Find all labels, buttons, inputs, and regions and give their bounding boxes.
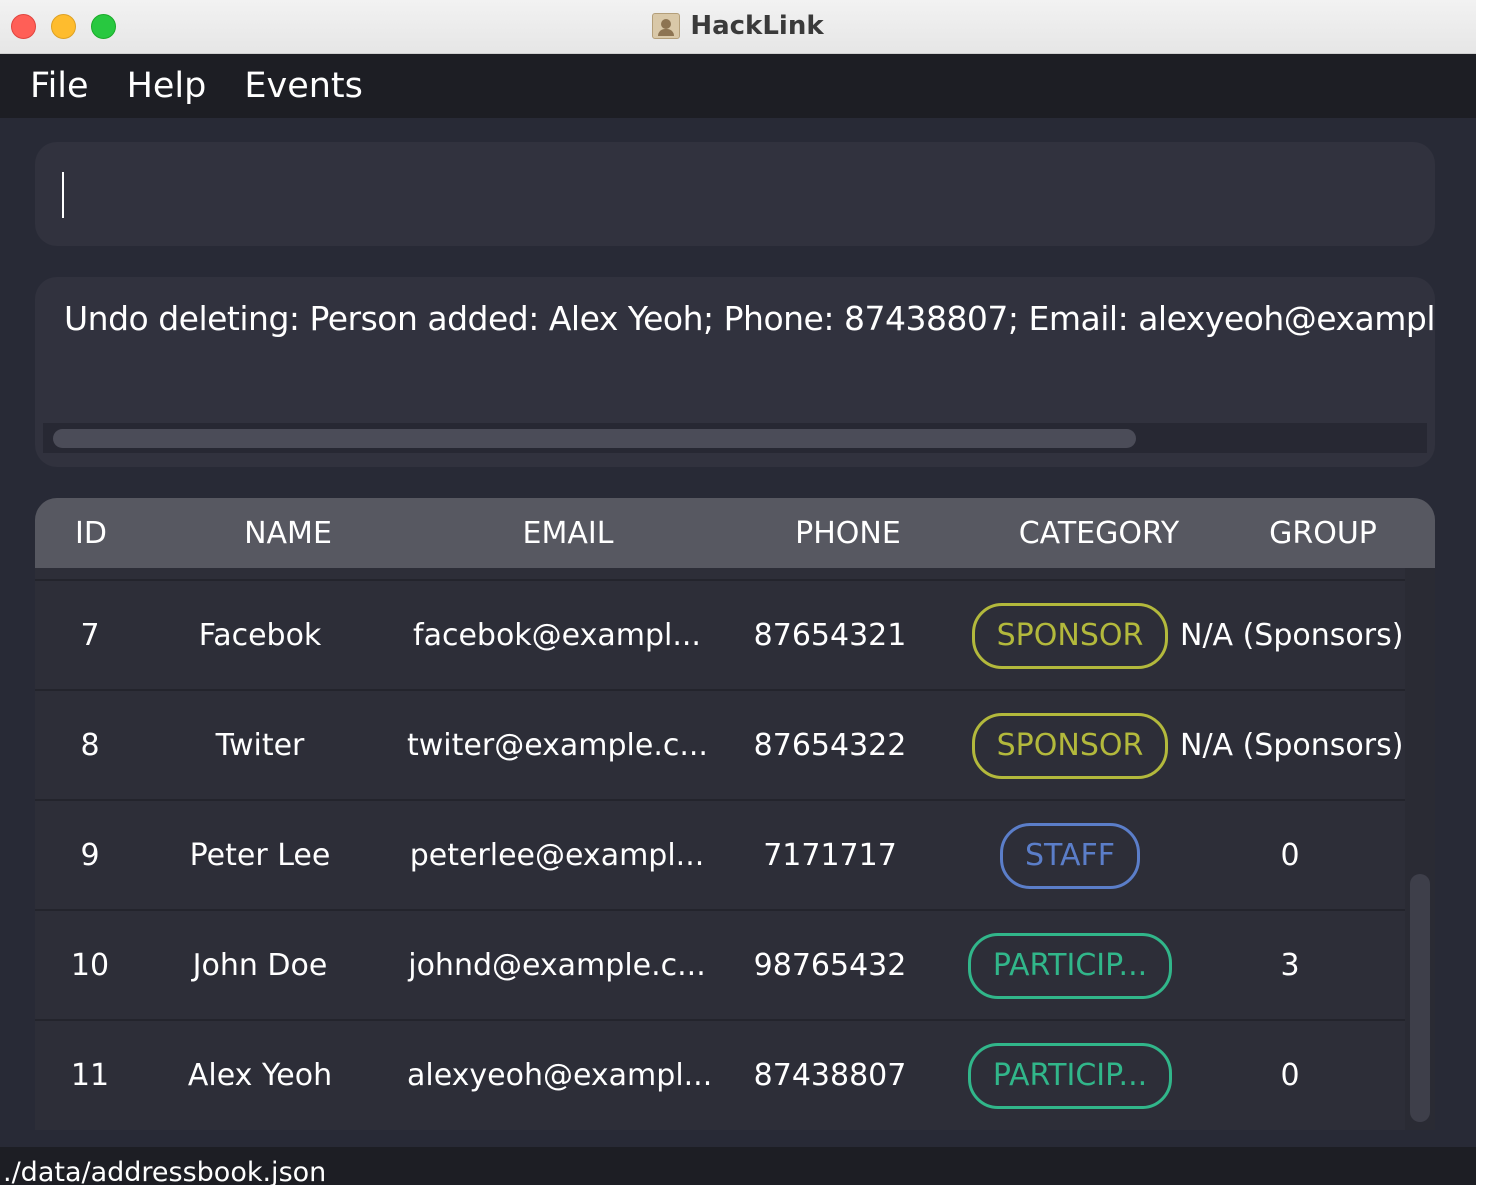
table-row[interactable]: 10 John Doe johnd@example.c... 98765432 … bbox=[35, 909, 1405, 1019]
menu-bar: File Help Events bbox=[0, 54, 1476, 118]
category-badge: PARTICIP... bbox=[967, 933, 1173, 999]
data-file-path: ./data/addressbook.json bbox=[3, 1157, 327, 1185]
cell-id: 7 bbox=[80, 618, 100, 653]
cell-category: SPONSOR bbox=[940, 691, 1200, 801]
header-category[interactable]: CATEGORY bbox=[989, 498, 1209, 568]
table-header: ID NAME EMAIL PHONE CATEGORY GROUP bbox=[35, 498, 1435, 568]
app-window: HackLink File Help Events Undo deleting:… bbox=[0, 0, 1476, 1185]
cell-name: Peter Lee bbox=[189, 838, 331, 873]
table-row[interactable]: 8 Twiter twiter@example.c... 87654322 SP… bbox=[35, 689, 1405, 799]
cell-phone: 7171717 bbox=[763, 838, 897, 873]
cell-email: peterlee@exampl... bbox=[409, 838, 705, 873]
table-scroll-thumb[interactable] bbox=[1410, 874, 1430, 1122]
text-caret bbox=[62, 172, 64, 218]
cell-name: Alex Yeoh bbox=[187, 1058, 333, 1093]
menu-file[interactable]: File bbox=[30, 66, 89, 106]
window-edge bbox=[1476, 0, 1485, 1185]
cell-group: 0 bbox=[1280, 838, 1300, 873]
cell-group: 3 bbox=[1280, 948, 1300, 983]
header-name[interactable]: NAME bbox=[188, 498, 388, 568]
menu-events[interactable]: Events bbox=[244, 66, 363, 106]
cell-group: 0 bbox=[1280, 1058, 1300, 1093]
window-title-group: HackLink bbox=[0, 0, 1476, 52]
cell-phone: 87654322 bbox=[753, 728, 907, 763]
person-table: ID NAME EMAIL PHONE CATEGORY GROUP 7 Fac… bbox=[35, 498, 1435, 1130]
menu-help[interactable]: Help bbox=[127, 66, 207, 106]
result-message: Undo deleting: Person added: Alex Yeoh; … bbox=[64, 299, 1435, 338]
cell-email: johnd@example.c... bbox=[408, 948, 706, 983]
category-badge: SPONSOR bbox=[971, 603, 1169, 669]
cell-phone: 87438807 bbox=[753, 1058, 907, 1093]
result-horizontal-scrollbar[interactable] bbox=[43, 423, 1427, 453]
header-email[interactable]: EMAIL bbox=[418, 498, 718, 568]
contact-card-icon bbox=[652, 13, 681, 39]
cell-id: 11 bbox=[70, 1058, 110, 1093]
cell-id: 8 bbox=[80, 728, 100, 763]
cell-category: STAFF bbox=[940, 801, 1200, 911]
category-badge: PARTICIP... bbox=[967, 1043, 1173, 1109]
table-vertical-scrollbar[interactable] bbox=[1405, 568, 1435, 1130]
window-title: HackLink bbox=[690, 11, 824, 41]
cell-id: 10 bbox=[70, 948, 110, 983]
table-row[interactable]: 11 Alex Yeoh alexyeoh@exampl... 87438807… bbox=[35, 1019, 1405, 1129]
result-scroll-thumb[interactable] bbox=[53, 429, 1136, 448]
cell-category: SPONSOR bbox=[940, 581, 1200, 691]
command-input[interactable] bbox=[35, 142, 1435, 246]
header-group[interactable]: GROUP bbox=[1233, 498, 1413, 568]
cell-group: N/A (Sponsors) bbox=[1180, 618, 1404, 653]
cell-name: Twiter bbox=[215, 728, 305, 763]
table-row[interactable]: 9 Peter Lee peterlee@exampl... 7171717 S… bbox=[35, 799, 1405, 909]
cell-phone: 87654321 bbox=[753, 618, 907, 653]
cell-email: alexyeoh@exampl... bbox=[407, 1058, 713, 1093]
cell-id: 9 bbox=[80, 838, 100, 873]
cell-name: John Doe bbox=[192, 948, 328, 983]
header-phone[interactable]: PHONE bbox=[748, 498, 948, 568]
cell-category: PARTICIP... bbox=[940, 911, 1200, 1021]
category-badge: SPONSOR bbox=[971, 713, 1169, 779]
result-display: Undo deleting: Person added: Alex Yeoh; … bbox=[35, 277, 1435, 467]
category-badge: STAFF bbox=[999, 823, 1141, 889]
status-bar: ./data/addressbook.json bbox=[0, 1147, 1476, 1185]
cell-name: Facebok bbox=[198, 618, 322, 653]
table-row[interactable]: 7 Facebok facebok@exampl... 87654321 SPO… bbox=[35, 579, 1405, 689]
title-bar: HackLink bbox=[0, 0, 1476, 54]
cell-phone: 98765432 bbox=[753, 948, 907, 983]
header-id[interactable]: ID bbox=[35, 498, 147, 568]
cell-email: facebok@exampl... bbox=[413, 618, 701, 653]
cell-category: PARTICIP... bbox=[940, 1021, 1200, 1130]
table-body: 7 Facebok facebok@exampl... 87654321 SPO… bbox=[35, 579, 1405, 1129]
cell-group: N/A (Sponsors) bbox=[1180, 728, 1404, 763]
cell-email: twiter@example.c... bbox=[407, 728, 708, 763]
